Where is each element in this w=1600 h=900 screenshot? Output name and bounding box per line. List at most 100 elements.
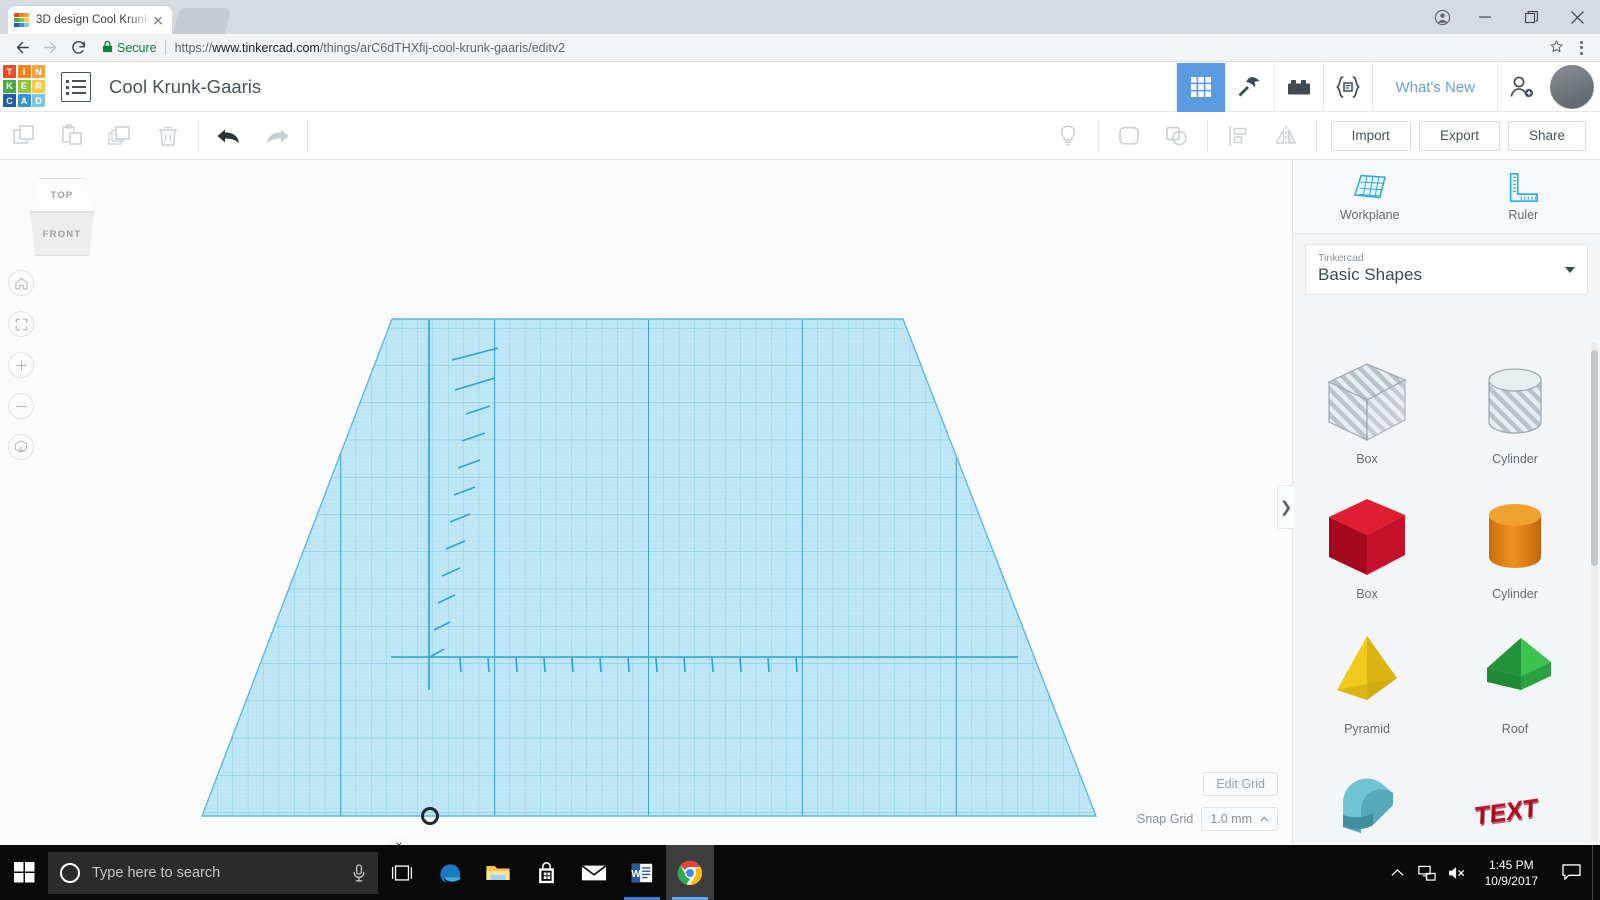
add-user-icon[interactable]: [1497, 62, 1546, 112]
round-roof-art: [1321, 761, 1413, 845]
codeblocks-icon[interactable]: [1323, 62, 1372, 112]
grid-apps-icon[interactable]: [1176, 62, 1226, 112]
start-button[interactable]: [0, 845, 48, 900]
avatar[interactable]: [1550, 65, 1594, 109]
back-button[interactable]: [8, 34, 36, 62]
shape-label: Roof: [1501, 722, 1529, 736]
chrome-menu-icon[interactable]: [1570, 36, 1592, 60]
microsoft-store-icon[interactable]: [522, 845, 570, 900]
browser-tab[interactable]: 3D design Cool Krunk-Gaaris: [8, 6, 172, 34]
windows-taskbar: Type here to search W 1:45 PM 10/9/2017: [0, 845, 1600, 900]
design-canvas[interactable]: Workplane × TOP FRONT: [0, 160, 1292, 845]
export-button[interactable]: Export: [1418, 120, 1500, 151]
project-menu-icon[interactable]: [61, 72, 91, 102]
url-protocol: https://: [174, 40, 213, 55]
new-tab-button[interactable]: [172, 8, 232, 34]
lego-brick-icon[interactable]: [1274, 62, 1323, 112]
action-center-icon[interactable]: [1550, 845, 1592, 900]
task-view-icon[interactable]: [378, 845, 426, 900]
url-host: www.tinkercad.com: [212, 40, 320, 55]
box-solid-art: [1321, 491, 1413, 583]
edge-icon[interactable]: [426, 845, 474, 900]
shape-item-text[interactable]: TEXT TEXT Text: [1441, 751, 1589, 845]
tinkercad-favicon: [14, 12, 29, 28]
word-icon[interactable]: W: [618, 845, 666, 900]
shape-item-round-roof[interactable]: Round Roof: [1293, 751, 1441, 845]
box-hole-art: [1321, 356, 1413, 448]
import-button[interactable]: Import: [1330, 120, 1411, 151]
minecraft-pickaxe-icon[interactable]: [1225, 62, 1274, 112]
shape-item-box-hole[interactable]: Box: [1293, 346, 1441, 481]
maximize-button[interactable]: [1508, 0, 1554, 34]
close-tab-icon[interactable]: [150, 12, 166, 28]
show-hidden-icons-chevron[interactable]: [1383, 845, 1413, 900]
align-icon[interactable]: [1214, 112, 1262, 160]
clock[interactable]: 1:45 PM 10/9/2017: [1473, 857, 1550, 889]
shape-item-cylinder-solid[interactable]: Cylinder: [1441, 481, 1589, 616]
shape-row: Box Cylinder: [1293, 346, 1589, 481]
address-bar-url: https://www.tinkercad.com/things/arC6dTH…: [175, 41, 565, 55]
edit-grid-button[interactable]: Edit Grid: [1203, 772, 1278, 796]
mail-icon[interactable]: [570, 845, 618, 900]
shape-label: Box: [1356, 452, 1378, 466]
perspective-toggle-button[interactable]: [8, 434, 34, 460]
shape-item-box-solid[interactable]: Box: [1293, 481, 1441, 616]
ruler-origin-handle[interactable]: [421, 807, 439, 825]
whats-new-link[interactable]: What's New: [1372, 62, 1497, 112]
group-icon[interactable]: [1105, 112, 1153, 160]
workplane-tool-label: Workplane: [1339, 207, 1400, 222]
network-icon[interactable]: [1413, 845, 1443, 900]
share-button[interactable]: Share: [1507, 120, 1586, 151]
panel-scrollbar-thumb[interactable]: [1591, 350, 1598, 566]
zoom-out-button[interactable]: [8, 393, 34, 419]
tinkercad-logo[interactable]: T I N K E R C A D: [3, 65, 47, 109]
paste-icon[interactable]: [48, 112, 96, 160]
shape-item-roof[interactable]: Roof: [1441, 616, 1589, 751]
workplane-3d[interactable]: Workplane: [0, 160, 1292, 845]
search-input[interactable]: Type here to search: [48, 851, 378, 894]
copy-icon[interactable]: [0, 112, 48, 160]
ungroup-icon[interactable]: [1153, 112, 1201, 160]
view-cube[interactable]: TOP FRONT: [22, 178, 102, 256]
bookmark-star-icon[interactable]: [1543, 39, 1570, 57]
shape-library-dropdown-wrap: Tinkercad Basic Shapes: [1293, 234, 1600, 303]
address-bar[interactable]: Secure https://www.tinkercad.com/things/…: [100, 38, 1535, 58]
duplicate-icon[interactable]: [96, 112, 144, 160]
mirror-icon[interactable]: [1262, 112, 1310, 160]
lightbulb-hint-icon[interactable]: [1044, 112, 1092, 160]
page-title[interactable]: Cool Krunk-Gaaris: [109, 76, 261, 98]
ruler-tool[interactable]: Ruler: [1447, 160, 1600, 233]
zoom-in-button[interactable]: [8, 352, 34, 378]
workplane-tool[interactable]: Workplane: [1293, 160, 1447, 233]
logo-tile-k: K: [3, 79, 16, 93]
logo-tile-t: T: [3, 65, 16, 78]
reload-button[interactable]: [64, 34, 92, 62]
redo-icon[interactable]: [253, 112, 301, 160]
search-placeholder: Type here to search: [92, 864, 221, 881]
view-cube-front-face[interactable]: FRONT: [30, 212, 94, 256]
home-view-button[interactable]: [8, 270, 34, 296]
panel-scrollbar[interactable]: [1591, 342, 1598, 842]
file-explorer-icon[interactable]: [474, 845, 522, 900]
volume-muted-icon[interactable]: [1443, 845, 1473, 900]
cylinder-hole-art: [1469, 356, 1561, 448]
roof-art: [1469, 626, 1561, 718]
tinkercad-toolbar: Import Export Share: [0, 112, 1600, 160]
forward-button[interactable]: [36, 34, 64, 62]
shape-label: Box: [1356, 587, 1378, 601]
panel-tools: Workplane Ruler: [1293, 160, 1600, 234]
fit-to-view-button[interactable]: [8, 311, 34, 337]
minimize-button[interactable]: [1462, 0, 1508, 34]
snap-grid-select[interactable]: 1.0 mm: [1201, 807, 1278, 831]
collapse-panel-button[interactable]: ❯: [1277, 485, 1294, 529]
shape-item-cylinder-hole[interactable]: Cylinder: [1441, 346, 1589, 481]
profile-icon[interactable]: [1422, 0, 1462, 34]
shape-item-pyramid[interactable]: Pyramid: [1293, 616, 1441, 751]
show-desktop-button[interactable]: [1592, 845, 1600, 900]
close-window-button[interactable]: [1554, 0, 1600, 34]
view-cube-top-face[interactable]: TOP: [30, 178, 94, 212]
delete-icon[interactable]: [144, 112, 192, 160]
chrome-icon[interactable]: [666, 845, 714, 900]
undo-icon[interactable]: [205, 112, 253, 160]
shape-library-dropdown[interactable]: Tinkercad Basic Shapes: [1305, 244, 1588, 295]
